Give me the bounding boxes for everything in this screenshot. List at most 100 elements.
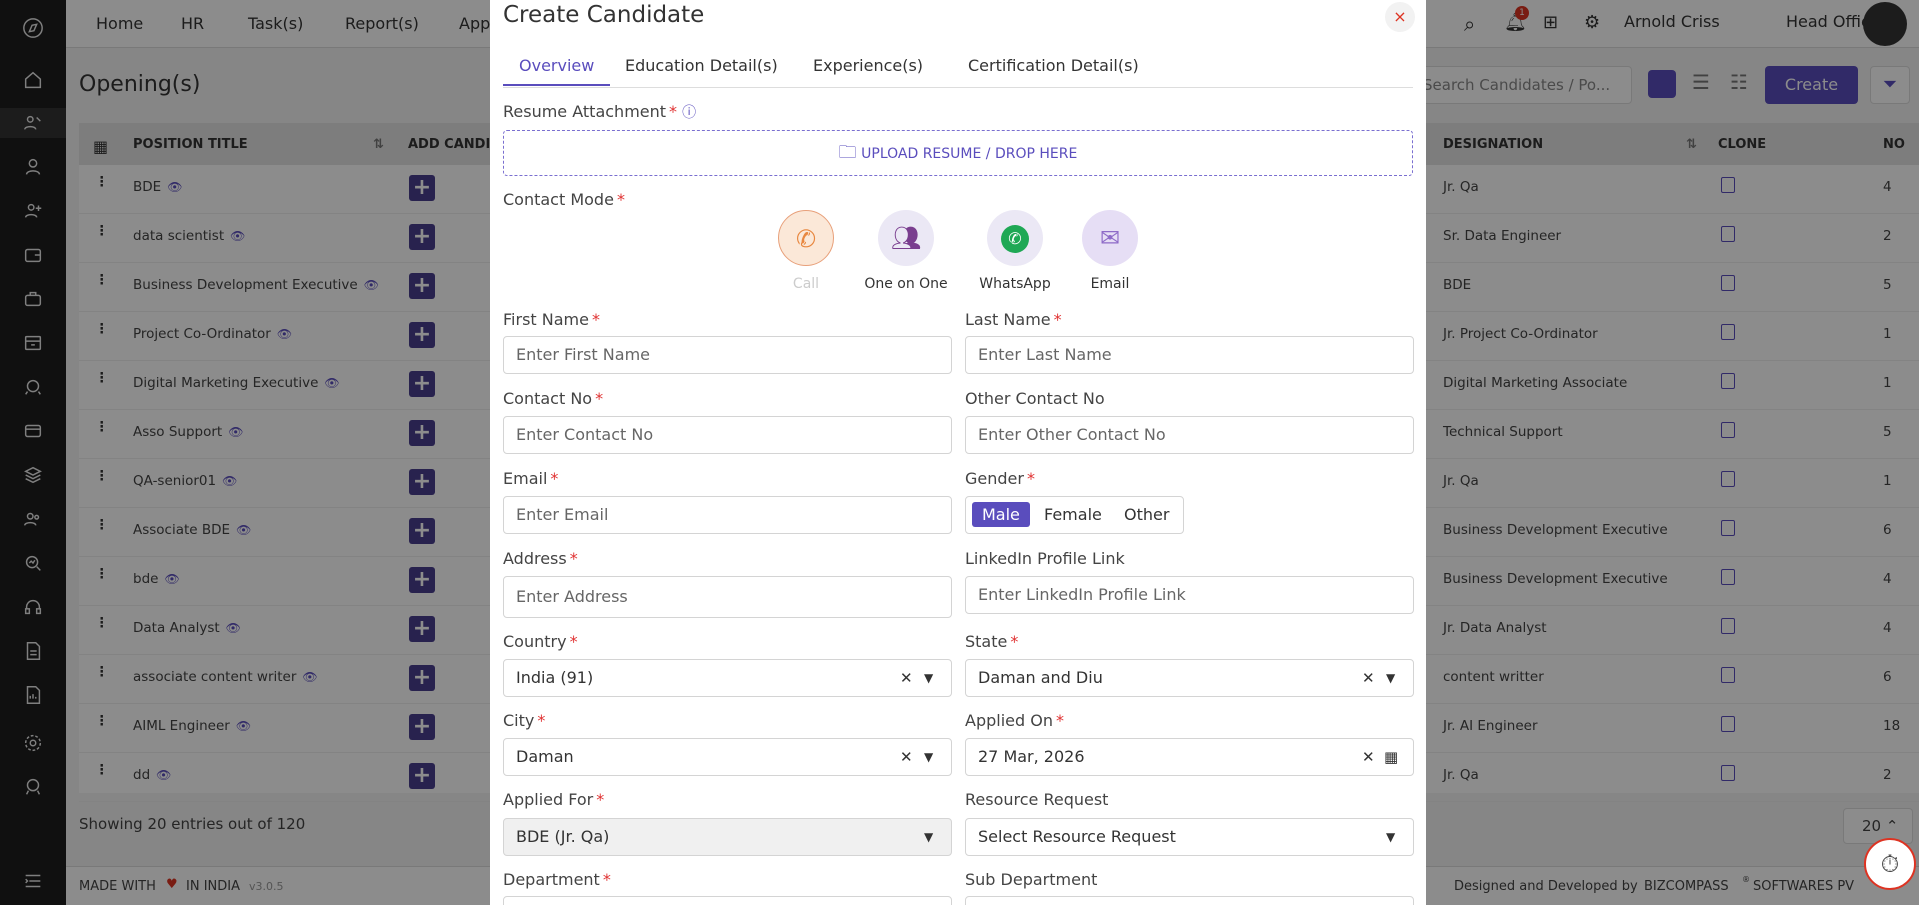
applied-on-label-text: Applied On [965, 711, 1053, 730]
applied-for-value: BDE (Jr. Qa) [516, 827, 610, 846]
required-mark: * [602, 870, 611, 889]
required-mark: * [596, 790, 605, 809]
contact-no-label-text: Contact No [503, 389, 593, 408]
required-mark: * [595, 389, 604, 408]
required-mark: * [569, 549, 578, 568]
modal-tabs: Overview Education Detail(s) Experience(… [503, 48, 1413, 88]
state-value: Daman and Diu [978, 668, 1103, 687]
required-mark: * [616, 190, 625, 209]
city-label-text: City [503, 711, 535, 730]
country-label: Country * [503, 632, 578, 651]
email-mode-button[interactable]: ✉ [1082, 210, 1138, 266]
state-label: State * [965, 632, 1018, 651]
chevron-down-icon[interactable]: ▼ [924, 660, 933, 696]
state-select[interactable]: Daman and Diu ✕ ▼ [965, 659, 1414, 697]
first-name-input[interactable]: Enter First Name [503, 336, 952, 374]
resume-label-text: Resume Attachment [503, 102, 667, 121]
department-label: Department * [503, 870, 611, 889]
email-mode-label: Email [1090, 276, 1130, 292]
tab-experience[interactable]: Experience(s) [813, 56, 923, 75]
clear-icon[interactable]: ✕ [900, 660, 913, 696]
required-mark: * [669, 102, 678, 121]
resume-label: Resume Attachment * ⓘ [503, 102, 696, 122]
gender-toggle-group: Male Female Other [965, 496, 1184, 534]
last-name-input[interactable]: Enter Last Name [965, 336, 1414, 374]
chevron-down-icon[interactable]: ▼ [924, 819, 933, 855]
email-label: Email * [503, 469, 558, 488]
calendar-icon[interactable]: ▦ [1384, 739, 1398, 775]
sub-department-select[interactable] [965, 896, 1414, 905]
state-label-text: State [965, 632, 1008, 651]
address-label: Address * [503, 549, 578, 568]
other-contact-input[interactable]: Enter Other Contact No [965, 416, 1414, 454]
close-button[interactable]: × [1385, 2, 1415, 32]
required-mark: * [1053, 310, 1062, 329]
applied-for-select[interactable]: BDE (Jr. Qa) ▼ [503, 818, 952, 856]
email-input[interactable]: Enter Email [503, 496, 952, 534]
one-on-one-mode-button[interactable]: 👥︎ [878, 210, 934, 266]
contact-no-input[interactable]: Enter Contact No [503, 416, 952, 454]
one-on-one-mode-label: One on One [864, 276, 948, 292]
resource-request-select[interactable]: Select Resource Request ▼ [965, 818, 1414, 856]
gender-label-text: Gender [965, 469, 1024, 488]
whatsapp-mode-label: WhatsApp [979, 276, 1051, 292]
clear-icon[interactable]: ✕ [1362, 739, 1375, 775]
timer-icon[interactable]: ⏱ [1864, 838, 1916, 890]
meeting-icon: 👥︎ [890, 224, 922, 252]
required-mark: * [1055, 711, 1064, 730]
tab-certification[interactable]: Certification Detail(s) [968, 56, 1139, 75]
applied-on-value: 27 Mar, 2026 [978, 747, 1085, 766]
country-select[interactable]: India (91) ✕ ▼ [503, 659, 952, 697]
contact-no-label: Contact No * [503, 389, 603, 408]
gender-female-option[interactable]: Female [1044, 505, 1102, 524]
gender-male-option[interactable]: Male [972, 502, 1030, 527]
modal-title: Create Candidate [503, 2, 705, 28]
other-contact-label: Other Contact No [965, 389, 1105, 408]
call-mode-label: Call [792, 276, 820, 292]
call-mode-button[interactable]: ✆ [778, 210, 834, 266]
country-value: India (91) [516, 668, 594, 687]
resource-request-value: Select Resource Request [978, 827, 1176, 846]
info-icon[interactable]: ⓘ [682, 105, 696, 121]
create-candidate-modal: Create Candidate × Overview Education De… [490, 0, 1426, 905]
city-value: Daman [516, 747, 574, 766]
applied-for-label-text: Applied For [503, 790, 594, 809]
clear-icon[interactable]: ✕ [900, 739, 913, 775]
required-mark: * [569, 632, 578, 651]
upload-text: UPLOAD RESUME / DROP HERE [861, 146, 1078, 162]
whatsapp-icon: ✆ [1001, 225, 1029, 253]
gender-other-option[interactable]: Other [1124, 505, 1169, 524]
resource-request-label: Resource Request [965, 790, 1109, 809]
applied-for-label: Applied For * [503, 790, 604, 809]
linkedin-input[interactable]: Enter LinkedIn Profile Link [965, 576, 1414, 614]
chevron-down-icon[interactable]: ▼ [924, 739, 933, 775]
resume-upload-dropzone[interactable]: 🗀 UPLOAD RESUME / DROP HERE [503, 130, 1413, 176]
contact-mode-label-text: Contact Mode [503, 190, 614, 209]
chevron-down-icon[interactable]: ▼ [1386, 819, 1395, 855]
department-label-text: Department [503, 870, 600, 889]
city-select[interactable]: Daman ✕ ▼ [503, 738, 952, 776]
required-mark: * [1026, 469, 1035, 488]
envelope-icon: ✉ [1099, 224, 1121, 252]
first-name-label-text: First Name [503, 310, 589, 329]
city-label: City * [503, 711, 545, 730]
last-name-label: Last Name * [965, 310, 1062, 329]
chevron-down-icon[interactable]: ▼ [1386, 660, 1395, 696]
app-shell: Home HR Task(s) Report(s) App ⌕ 🔔︎ 1 ⊞ ⚙… [0, 0, 1919, 905]
clear-icon[interactable]: ✕ [1362, 660, 1375, 696]
required-mark: * [550, 469, 559, 488]
required-mark: * [591, 310, 600, 329]
folder-icon: 🗀 [838, 142, 857, 163]
address-label-text: Address [503, 549, 567, 568]
tab-overview[interactable]: Overview [503, 56, 611, 86]
department-select[interactable] [503, 896, 952, 905]
first-name-label: First Name * [503, 310, 600, 329]
applied-on-datepicker[interactable]: 27 Mar, 2026 ✕ ▦ [965, 738, 1414, 776]
tab-education[interactable]: Education Detail(s) [625, 56, 778, 75]
whatsapp-mode-button[interactable]: ✆ [987, 210, 1043, 266]
required-mark: * [1010, 632, 1019, 651]
address-textarea[interactable]: Enter Address [503, 576, 952, 618]
last-name-label-text: Last Name [965, 310, 1051, 329]
gender-label: Gender * [965, 469, 1035, 488]
country-label-text: Country [503, 632, 567, 651]
